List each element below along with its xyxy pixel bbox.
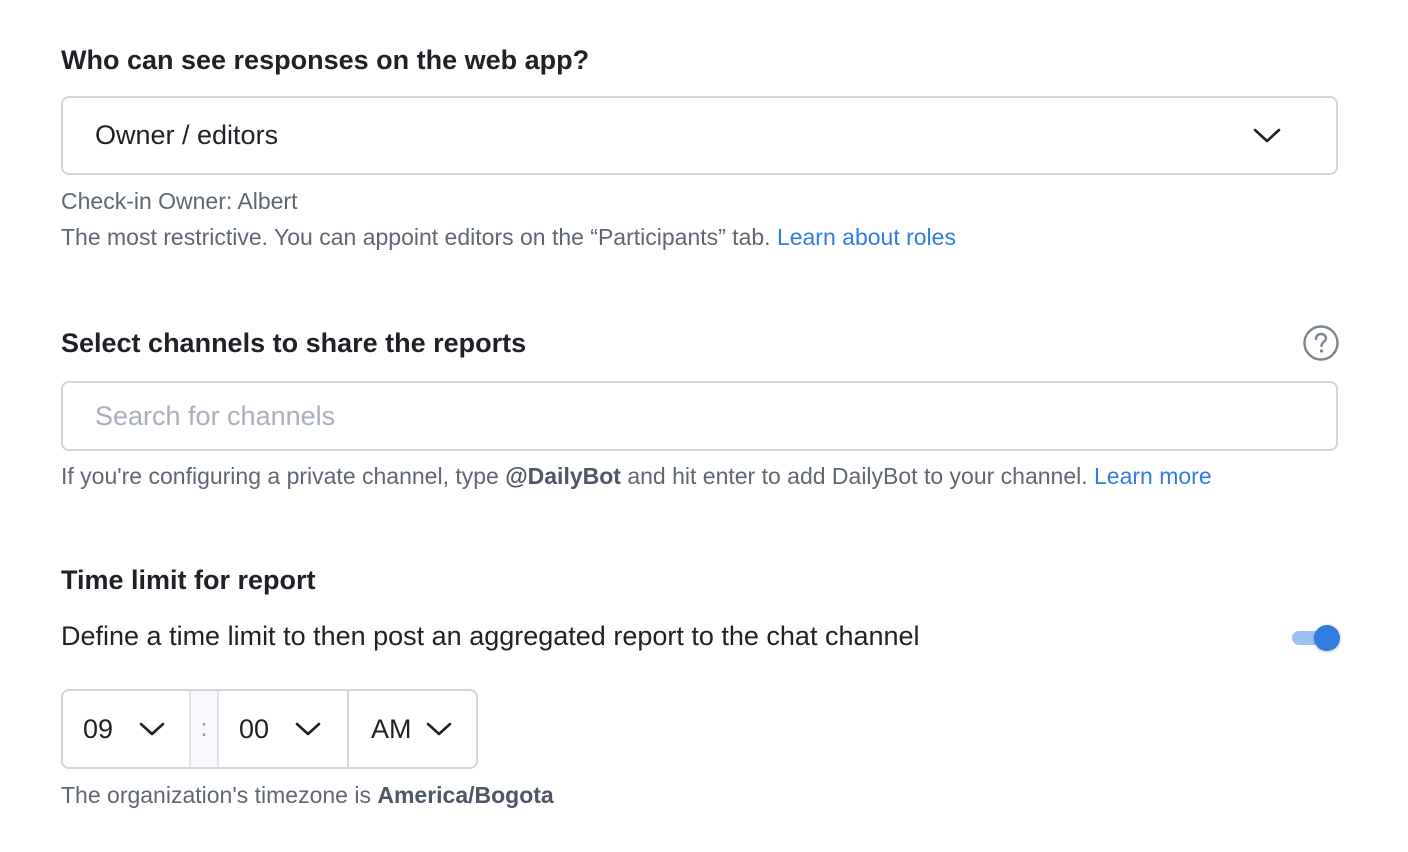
channels-hint: If you're configuring a private channel,… xyxy=(61,461,1212,491)
ampm-select[interactable]: AM xyxy=(347,691,476,767)
chevron-down-icon xyxy=(293,714,323,744)
channels-hint-prefix: If you're configuring a private channel,… xyxy=(61,463,499,489)
visibility-description-text: The most restrictive. You can appoint ed… xyxy=(61,224,771,250)
minute-select[interactable]: 00 xyxy=(219,691,347,767)
ampm-value: AM xyxy=(371,713,412,744)
visibility-select[interactable]: Owner / editors xyxy=(61,96,1338,175)
dailybot-mention: @DailyBot xyxy=(505,463,621,489)
channels-title: Select channels to share the reports xyxy=(61,328,527,358)
learn-about-roles-link[interactable]: Learn about roles xyxy=(777,224,956,250)
visibility-description: The most restrictive. You can appoint ed… xyxy=(61,222,956,252)
visibility-selected-value: Owner / editors xyxy=(95,120,279,150)
minute-value: 00 xyxy=(239,713,270,744)
time-picker: 09 : 00 AM xyxy=(61,689,478,769)
chevron-down-icon xyxy=(424,714,454,744)
time-separator: : xyxy=(189,691,219,767)
time-limit-description: Define a time limit to then post an aggr… xyxy=(61,621,920,651)
channels-hint-suffix: and hit enter to add DailyBot to your ch… xyxy=(627,463,1088,489)
toggle-knob xyxy=(1314,625,1340,651)
help-icon[interactable] xyxy=(1302,324,1340,362)
timezone-prefix: The organization's timezone is xyxy=(61,782,371,808)
timezone-line: The organization's timezone is America/B… xyxy=(61,780,554,810)
hour-select[interactable]: 09 xyxy=(63,691,189,767)
owner-line: Check-in Owner: Albert xyxy=(61,188,298,214)
channel-search-input[interactable] xyxy=(61,381,1338,451)
hour-value: 09 xyxy=(83,713,114,744)
chevron-down-icon xyxy=(137,714,167,744)
visibility-title: Who can see responses on the web app? xyxy=(61,45,590,75)
timezone-value: America/Bogota xyxy=(377,782,554,808)
chevron-down-icon xyxy=(1252,121,1282,151)
learn-more-link[interactable]: Learn more xyxy=(1094,463,1212,489)
time-limit-toggle[interactable] xyxy=(1290,625,1340,651)
time-limit-title: Time limit for report xyxy=(61,565,316,595)
